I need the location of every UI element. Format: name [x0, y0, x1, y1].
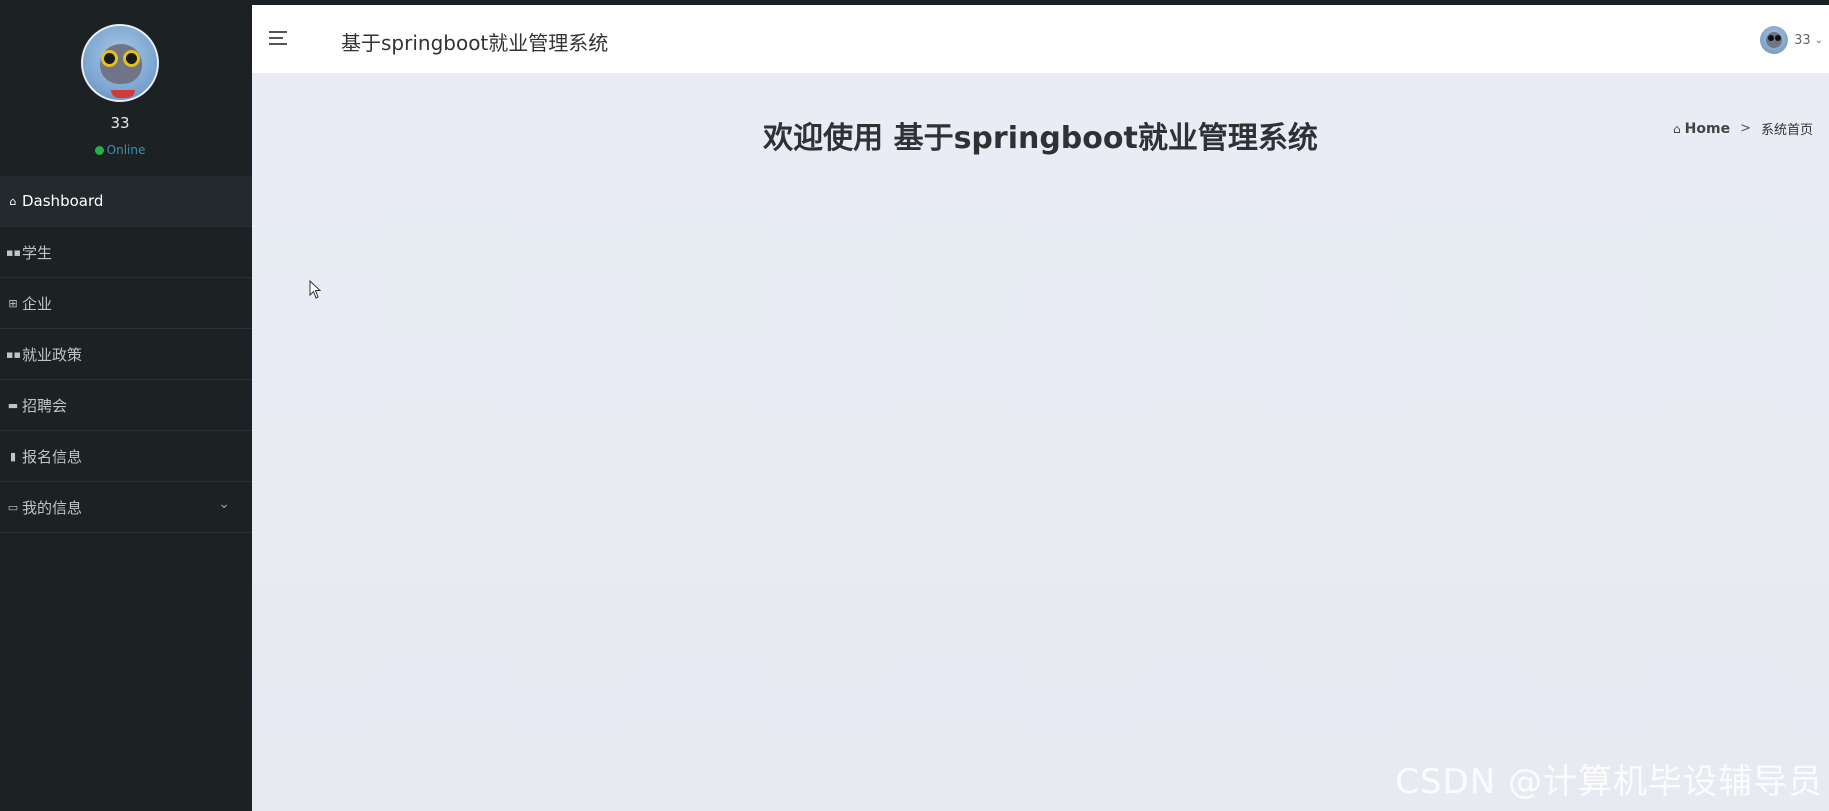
sidebar-username: 33 [110, 114, 130, 132]
online-status: Online [0, 143, 240, 157]
sidebar-item-label: 学生 [22, 243, 53, 262]
sidebar-item-label: 招聘会 [22, 396, 68, 415]
chevron-down-icon: ⌄ [218, 496, 230, 512]
sidebar-item-employment-policy[interactable]: ▪▪ 就业政策 [0, 329, 252, 380]
sidebar-item-dashboard[interactable]: ⌂ Dashboard [0, 176, 252, 227]
main-content: 欢迎使用 基于springboot就业管理系统 ⌂ Home > 系统首页 [252, 73, 1829, 811]
grid-icon: ▪▪ [6, 245, 21, 259]
page-title: 欢迎使用 基于springboot就业管理系统 [763, 121, 1318, 156]
app-title: 基于springboot就业管理系统 [341, 31, 609, 55]
top-header: 基于springboot就业管理系统 33 ⌄ [252, 5, 1829, 73]
mouse-cursor-icon [309, 280, 322, 299]
comment-icon: ▬ [7, 398, 19, 412]
online-status-label: Online [106, 143, 146, 157]
user-profile: 33 Online [0, 0, 252, 176]
breadcrumb-home-link[interactable]: Home [1685, 121, 1730, 137]
breadcrumb-current: 系统首页 [1760, 123, 1813, 138]
sidebar: 33 Online ⌂ Dashboard ▪▪ 学生 ⊞ 企业 ▪▪ 就业政策… [0, 0, 252, 811]
breadcrumb: ⌂ Home > 系统首页 [1673, 119, 1813, 139]
sidebar-item-registration-info[interactable]: ▮ 报名信息 [0, 431, 252, 482]
home-icon: ⌂ [9, 194, 17, 208]
menu-toggle-icon[interactable] [269, 27, 291, 49]
sidebar-item-label: 企业 [22, 294, 53, 313]
sidebar-item-label: Dashboard [22, 192, 104, 210]
sidebar-item-my-info[interactable]: ▭ 我的信息 ⌄ [0, 482, 252, 533]
sidebar-item-label: 报名信息 [22, 447, 83, 466]
online-dot-icon [94, 146, 104, 155]
grid-small-icon: ⊞ [8, 296, 18, 310]
chevron-down-icon: ⌄ [1814, 34, 1823, 46]
watermark: CSDN @计算机毕设辅导员 [1395, 762, 1823, 802]
grid-icon: ▪▪ [6, 347, 21, 361]
avatar [1760, 26, 1789, 54]
sidebar-item-job-fair[interactable]: ▬ 招聘会 [0, 380, 252, 431]
sidebar-menu: ⌂ Dashboard ▪▪ 学生 ⊞ 企业 ▪▪ 就业政策 ▬ 招聘会 ▮ 报… [0, 176, 252, 533]
sidebar-item-label: 就业政策 [22, 345, 83, 364]
sidebar-item-students[interactable]: ▪▪ 学生 [0, 227, 252, 278]
sidebar-item-companies[interactable]: ⊞ 企业 [0, 278, 252, 329]
bar-chart-icon: ▮ [9, 449, 17, 463]
breadcrumb-separator: > [1740, 121, 1751, 136]
header-username: 33 [1794, 32, 1811, 48]
sidebar-item-label: 我的信息 [22, 498, 83, 517]
home-icon: ⌂ [1673, 121, 1681, 136]
user-menu[interactable]: 33 ⌄ [1760, 26, 1823, 54]
card-icon: ▭ [7, 500, 19, 514]
avatar[interactable] [81, 24, 159, 102]
